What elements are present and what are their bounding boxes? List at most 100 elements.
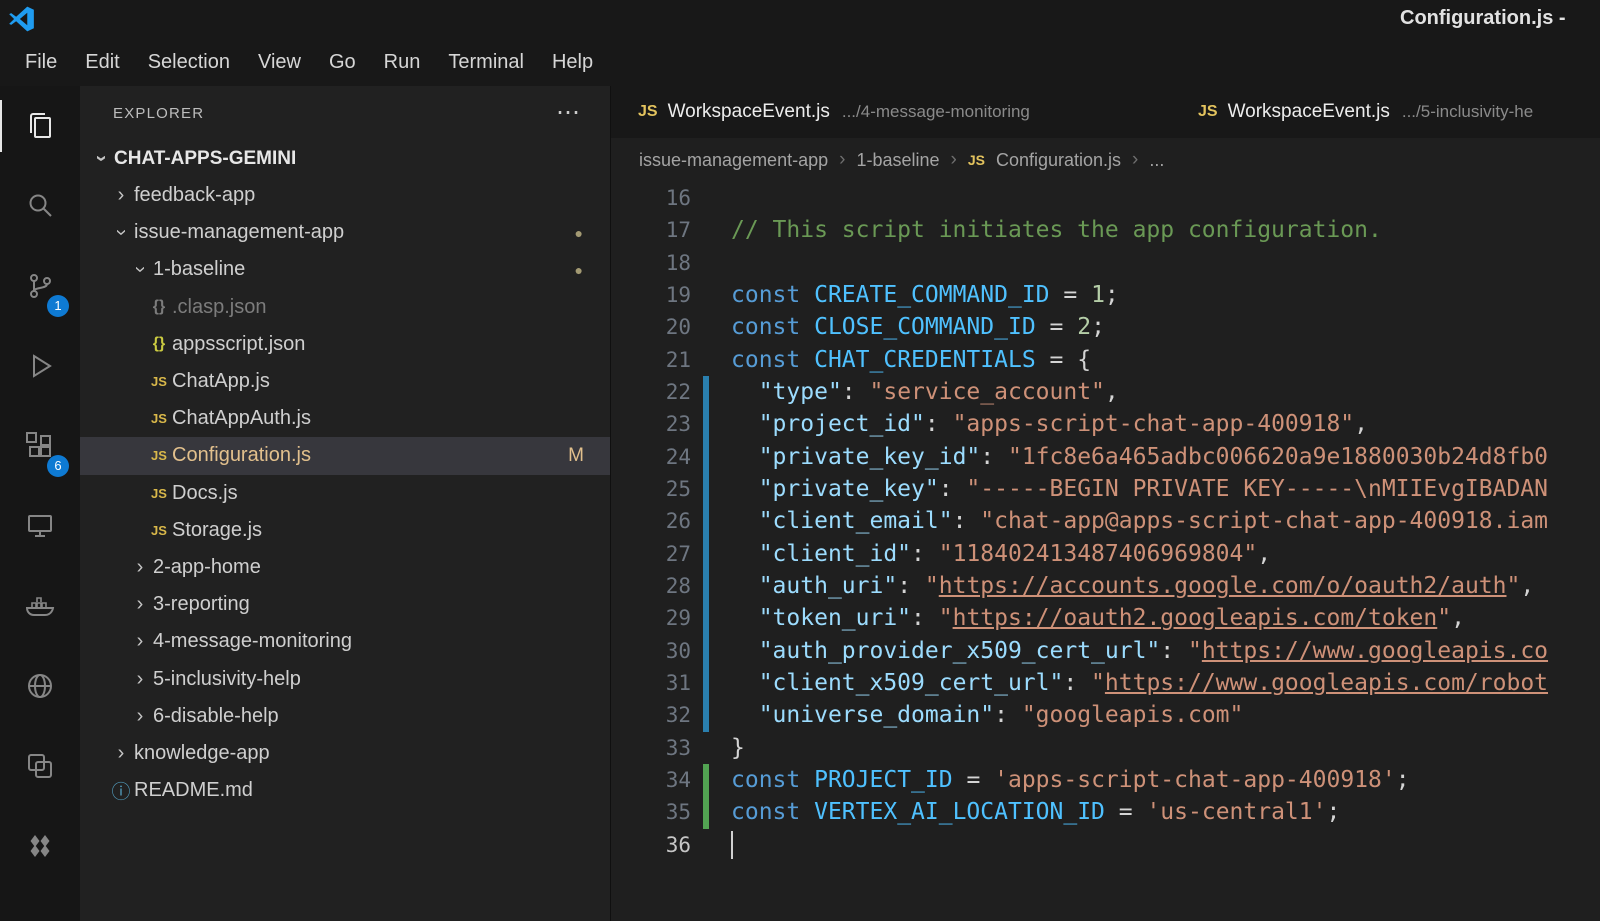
code-line-18[interactable]: 18	[611, 247, 1600, 279]
root-folder-label: CHAT-APPS-GEMINI	[114, 148, 296, 170]
tree-item-label: README.md	[134, 779, 253, 802]
activity-search[interactable]	[0, 166, 80, 246]
code-line-33[interactable]: 33}	[611, 732, 1600, 764]
menu-terminal[interactable]: Terminal	[434, 44, 538, 80]
tree-file-README.md[interactable]: ⓘREADME.md	[80, 772, 610, 809]
tree-folder-2-app-home[interactable]: ›2-app-home	[80, 549, 610, 586]
gutter-modified-indicator	[703, 441, 709, 473]
code-line-31[interactable]: 31 "client_x509_cert_url": "https://www.…	[611, 667, 1600, 699]
token-pun: :	[911, 541, 939, 567]
code-line-23[interactable]: 23 "project_id": "apps-script-chat-app-4…	[611, 408, 1600, 440]
js-file-icon: JS	[146, 486, 172, 501]
token-var: PROJECT_ID	[814, 767, 952, 793]
tree-folder-feedback-app[interactable]: ›feedback-app	[80, 177, 610, 214]
code-line-34[interactable]: 34const PROJECT_ID = 'apps-script-chat-a…	[611, 764, 1600, 796]
token-var: VERTEX_AI_LOCATION_ID	[814, 799, 1105, 825]
tree-file-appsscript.json[interactable]: {}appsscript.json	[80, 326, 610, 363]
menu-view[interactable]: View	[244, 44, 315, 80]
activity-docker[interactable]	[0, 566, 80, 646]
chevron-down-icon: ›	[129, 257, 152, 283]
js-file-icon: JS	[1198, 103, 1218, 121]
line-number: 17	[611, 218, 691, 242]
code-line-36[interactable]: 36	[611, 829, 1600, 861]
code-line-21[interactable]: 21const CHAT_CREDENTIALS = {	[611, 344, 1600, 376]
info-file-icon: ⓘ	[108, 777, 134, 804]
menu-go[interactable]: Go	[315, 44, 370, 80]
activity-run-and-debug[interactable]	[0, 326, 80, 406]
token-cm: // This script initiates the app configu…	[731, 217, 1382, 243]
tree-folder-6-disable-help[interactable]: ›6-disable-help	[80, 698, 610, 735]
activity-globe[interactable]	[0, 646, 80, 726]
code-line-35[interactable]: 35const VERTEX_AI_LOCATION_ID = 'us-cent…	[611, 796, 1600, 828]
tab-workspaceevent-5-inclusivity-help[interactable]: JS WorkspaceEvent.js .../5-inclusivity-h…	[1171, 86, 1600, 138]
code-line-16[interactable]: 16	[611, 182, 1600, 214]
line-number: 34	[611, 768, 691, 792]
token-str: "	[1506, 573, 1520, 599]
line-number: 27	[611, 542, 691, 566]
code-line-26[interactable]: 26 "client_email": "chat-app@apps-script…	[611, 505, 1600, 537]
tree-file-.clasp.json[interactable]: {}.clasp.json	[80, 289, 610, 326]
sidebar-title: EXPLORER	[113, 105, 204, 122]
token-key: "client_id"	[759, 541, 911, 567]
tree-file-ChatApp.js[interactable]: JSChatApp.js	[80, 363, 610, 400]
breadcrumb-item-folder[interactable]: issue-management-app	[639, 150, 828, 171]
docker-icon	[24, 590, 56, 622]
code-line-25[interactable]: 25 "private_key": "-----BEGIN PRIVATE KE…	[611, 473, 1600, 505]
token-pl	[800, 799, 814, 825]
tree-folder-3-reporting[interactable]: ›3-reporting	[80, 586, 610, 623]
activity-windows[interactable]	[0, 726, 80, 806]
chevron-down-icon: ›	[90, 146, 113, 172]
gutter-modified-indicator	[703, 376, 709, 408]
tree-root-chat-apps-gemini[interactable]: › CHAT-APPS-GEMINI	[80, 140, 610, 177]
tree-item-label: 3-reporting	[153, 593, 250, 616]
code-line-20[interactable]: 20const CLOSE_COMMAND_ID = 2;	[611, 311, 1600, 343]
tree-file-Storage.js[interactable]: JSStorage.js	[80, 512, 610, 549]
code-line-32[interactable]: 32 "universe_domain": "googleapis.com"	[611, 699, 1600, 731]
menu-run[interactable]: Run	[370, 44, 435, 80]
breadcrumb-separator: ›	[1132, 149, 1138, 171]
tree-file-Docs.js[interactable]: JSDocs.js	[80, 475, 610, 512]
menu-selection[interactable]: Selection	[134, 44, 244, 80]
line-number: 35	[611, 800, 691, 824]
token-pun: ,	[1105, 379, 1119, 405]
tab-workspaceevent-4-message-monitoring[interactable]: JS WorkspaceEvent.js .../4-message-monit…	[611, 86, 1116, 138]
code-text: "private_key_id": "1fc8e6a465adbc006620a…	[723, 444, 1600, 470]
tree-folder-4-message-monitoring[interactable]: ›4-message-monitoring	[80, 623, 610, 660]
tree-folder-issue-management-app[interactable]: ›issue-management-app●	[80, 214, 610, 251]
code-line-30[interactable]: 30 "auth_provider_x509_cert_url": "https…	[611, 635, 1600, 667]
activity-explorer[interactable]	[0, 86, 80, 166]
activity-remote-explorer[interactable]	[0, 486, 80, 566]
tree-item-label: appsscript.json	[172, 333, 305, 356]
menu-file[interactable]: File	[11, 44, 71, 80]
code-line-22[interactable]: 22 "type": "service_account",	[611, 376, 1600, 408]
js-file-icon: JS	[146, 448, 172, 463]
menu-edit[interactable]: Edit	[71, 44, 133, 80]
token-str: "	[1091, 670, 1105, 696]
tree-folder-5-inclusivity-help[interactable]: ›5-inclusivity-help	[80, 660, 610, 697]
breadcrumb-item-folder[interactable]: 1-baseline	[856, 150, 939, 171]
activity-source-control[interactable]: 1	[0, 246, 80, 326]
tree-item-label: 4-message-monitoring	[153, 630, 352, 653]
code-line-19[interactable]: 19const CREATE_COMMAND_ID = 1;	[611, 279, 1600, 311]
code-line-24[interactable]: 24 "private_key_id": "1fc8e6a465adbc0066…	[611, 441, 1600, 473]
code-line-27[interactable]: 27 "client_id": "118402413487406969804",	[611, 538, 1600, 570]
breadcrumb-item-symbol[interactable]: ...	[1149, 150, 1164, 171]
activity-extensions[interactable]: 6	[0, 406, 80, 486]
tree-folder-1-baseline[interactable]: ›1-baseline●	[80, 251, 610, 288]
code-line-29[interactable]: 29 "token_uri": "https://oauth2.googleap…	[611, 602, 1600, 634]
tree-folder-knowledge-app[interactable]: ›knowledge-app	[80, 735, 610, 772]
more-actions-icon[interactable]: ⋯	[556, 103, 580, 123]
tree-file-Configuration.js[interactable]: JSConfiguration.jsM	[80, 437, 610, 474]
code-area[interactable]: 16 17 // This script initiates the app con…	[611, 182, 1600, 921]
code-text: const CREATE_COMMAND_ID = 1;	[723, 282, 1600, 308]
code-line-28[interactable]: 28 "auth_uri": "https://accounts.google.…	[611, 570, 1600, 602]
token-pl	[800, 314, 814, 340]
menu-help[interactable]: Help	[538, 44, 607, 80]
activity-gemini[interactable]	[0, 806, 80, 886]
title-bar: Configuration.js -	[0, 0, 1600, 38]
code-line-17[interactable]: 17 // This script initiates the app confi…	[611, 214, 1600, 246]
tree-file-ChatAppAuth.js[interactable]: JSChatAppAuth.js	[80, 400, 610, 437]
code-text	[723, 831, 1600, 859]
token-pun: :	[939, 476, 967, 502]
breadcrumb-item-file[interactable]: Configuration.js	[996, 150, 1121, 171]
